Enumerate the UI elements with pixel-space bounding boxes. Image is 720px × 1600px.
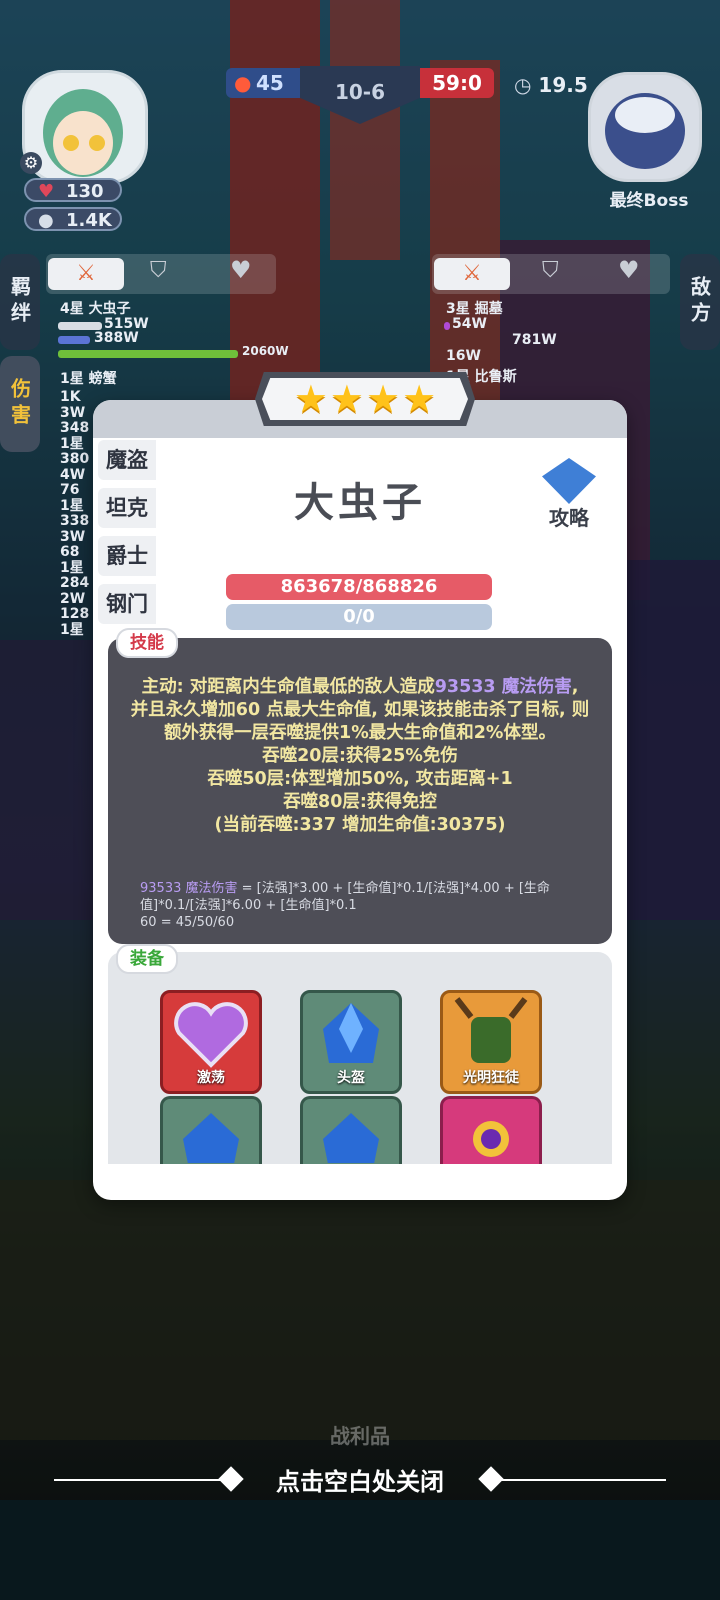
tab-damage[interactable]: 伤害	[0, 356, 40, 452]
formula-damage: 93533 魔法伤害	[140, 881, 238, 896]
formula-hp: 60	[140, 915, 157, 930]
guide-button[interactable]: 攻略	[534, 458, 604, 530]
loot-label: 战利品	[330, 1424, 390, 1448]
boss-label: 最终Boss	[609, 191, 689, 211]
left-unit-2: 1星 螃蟹	[60, 371, 117, 387]
trait-tabs: 魔盗 坦克 爵士 钢门	[98, 440, 158, 632]
equipment-label-text: 装备	[130, 949, 164, 969]
skill-tier-1: 吞噬20层:获得25%免伤	[262, 746, 458, 766]
formula-hp-expr: = 45/50/60	[160, 915, 235, 930]
skill-main: 主动: 对距离内生命值最低的敌人造成93533 魔法伤害, 并且永久增加60 点…	[130, 676, 590, 745]
right-dmg-bar-1	[444, 322, 450, 330]
helmet-icon	[183, 1113, 239, 1169]
trait-tab-tank[interactable]: 坦克	[98, 488, 156, 528]
right-dmg-2: 781W	[512, 332, 557, 348]
fire-count-bar: ● 45	[226, 68, 302, 98]
equipment-item[interactable]: 激荡	[160, 990, 262, 1094]
timer-value: 19.5	[538, 73, 588, 97]
star-icon: ★	[293, 377, 328, 421]
mana-bar: 0/0	[226, 604, 492, 630]
trait-tab-modao[interactable]: 魔盗	[98, 440, 156, 480]
score-bar: 59:0	[420, 68, 494, 98]
left-dmg-2: 388W	[94, 330, 139, 346]
skill-label: 技能	[116, 628, 178, 658]
player-power-value: 1.4K	[66, 210, 112, 231]
tab-enemy[interactable]: 敌方	[680, 254, 720, 350]
right-heart-icon[interactable]: ♥	[618, 256, 640, 284]
right-unit-name: 3星 掘墓	[446, 301, 503, 317]
equipment-item[interactable]	[160, 1096, 262, 1169]
equipment-label: 装备	[116, 944, 178, 974]
right-shield-icon[interactable]: ⛉	[542, 258, 559, 283]
equipment-name: 激荡	[197, 1070, 225, 1086]
skill-damage: 93533 魔法伤害	[434, 677, 572, 697]
player-level-value: 130	[66, 181, 104, 202]
helmet-icon	[323, 1003, 379, 1063]
equipment-item[interactable]	[300, 1096, 402, 1169]
graduation-cap-icon	[542, 458, 596, 504]
tab-damage-label: 伤害	[7, 378, 32, 430]
equipment-item[interactable]: 头盔	[300, 990, 402, 1094]
left-dmg-bar-2	[58, 336, 90, 344]
heart-icon: ♥	[38, 181, 55, 202]
close-hint-line-right	[496, 1479, 666, 1481]
equipment-item[interactable]: 光明狂徒	[440, 990, 542, 1094]
skill-tier-3: 吞噬80层:获得免控	[283, 792, 437, 812]
player-power-pill: ● 1.4K	[24, 207, 122, 231]
left-dmg-bar-3	[58, 350, 238, 358]
settings-gear-icon[interactable]: ⚙	[20, 152, 42, 174]
skill-description: 主动: 对距离内生命值最低的敌人造成93533 魔法伤害, 并且永久增加60 点…	[130, 676, 590, 837]
right-sword-icon[interactable]: ⚔	[434, 258, 510, 290]
timer: ◷ 19.5	[514, 70, 594, 100]
skill-part: 主动: 对距离内生命值最低的敌人造成	[141, 677, 435, 697]
tab-enemy-label: 敌方	[687, 276, 712, 328]
hp-bar: 863678/868826	[226, 574, 492, 600]
boss-avatar[interactable]	[588, 72, 702, 182]
heart-gem-icon	[174, 1002, 248, 1068]
equipment-name: 光明狂徒	[463, 1070, 519, 1086]
mana-value: 0/0	[343, 606, 375, 627]
left-dmg-3: 2060W	[242, 344, 289, 358]
player-level-pill: ♥ 130	[24, 178, 122, 202]
equipment-name: 头盔	[337, 1070, 365, 1086]
trait-tab-jueshi[interactable]: 爵士	[98, 536, 156, 576]
amulet-icon	[473, 1121, 509, 1157]
skill-tier-2: 吞噬50层:体型增加50%, 攻击距离+1	[207, 769, 513, 789]
stage-label: 10-6	[334, 80, 386, 104]
right-dmg-3: 16W	[446, 348, 481, 364]
hp-value: 863678/868826	[280, 576, 438, 597]
clock-icon: ◷	[514, 73, 532, 97]
skill-current: (当前吞噬:337 增加生命值:30375)	[214, 815, 506, 835]
helmet-icon	[323, 1113, 379, 1169]
right-dmg-1: 54W	[452, 316, 487, 332]
stat-line: 1K	[60, 389, 81, 405]
skill-label-text: 技能	[130, 633, 164, 653]
guide-label: 攻略	[549, 506, 589, 530]
left-unit-name: 4星 大虫子	[60, 301, 131, 317]
tab-bond[interactable]: 羁绊	[0, 254, 40, 350]
star-icon: ★	[402, 377, 437, 421]
score-value: 59:0	[432, 71, 482, 95]
tab-bond-label: 羁绊	[7, 276, 32, 328]
equipment-item[interactable]	[440, 1096, 542, 1164]
star-icon: ★	[329, 377, 364, 421]
star-rating: ★ ★ ★ ★	[262, 378, 468, 420]
fire-icon: ●	[234, 71, 252, 95]
antler-helm-icon	[454, 997, 528, 1063]
shield-icon[interactable]: ⛉	[150, 258, 167, 283]
heart-tab-icon[interactable]: ♥	[230, 256, 252, 284]
fire-count: 45	[256, 71, 284, 95]
sword-icon[interactable]: ⚔	[48, 258, 124, 290]
left-dmg-bar-1	[58, 322, 102, 330]
star-icon: ★	[366, 377, 401, 421]
hero-name: 大虫子	[294, 480, 426, 526]
trait-tab-gangmen[interactable]: 钢门	[98, 584, 156, 624]
skill-formula: 93533 魔法伤害 = [法强]*3.00 + [生命值]*0.1/[法强]*…	[140, 880, 590, 931]
coin-icon: ●	[38, 210, 54, 231]
